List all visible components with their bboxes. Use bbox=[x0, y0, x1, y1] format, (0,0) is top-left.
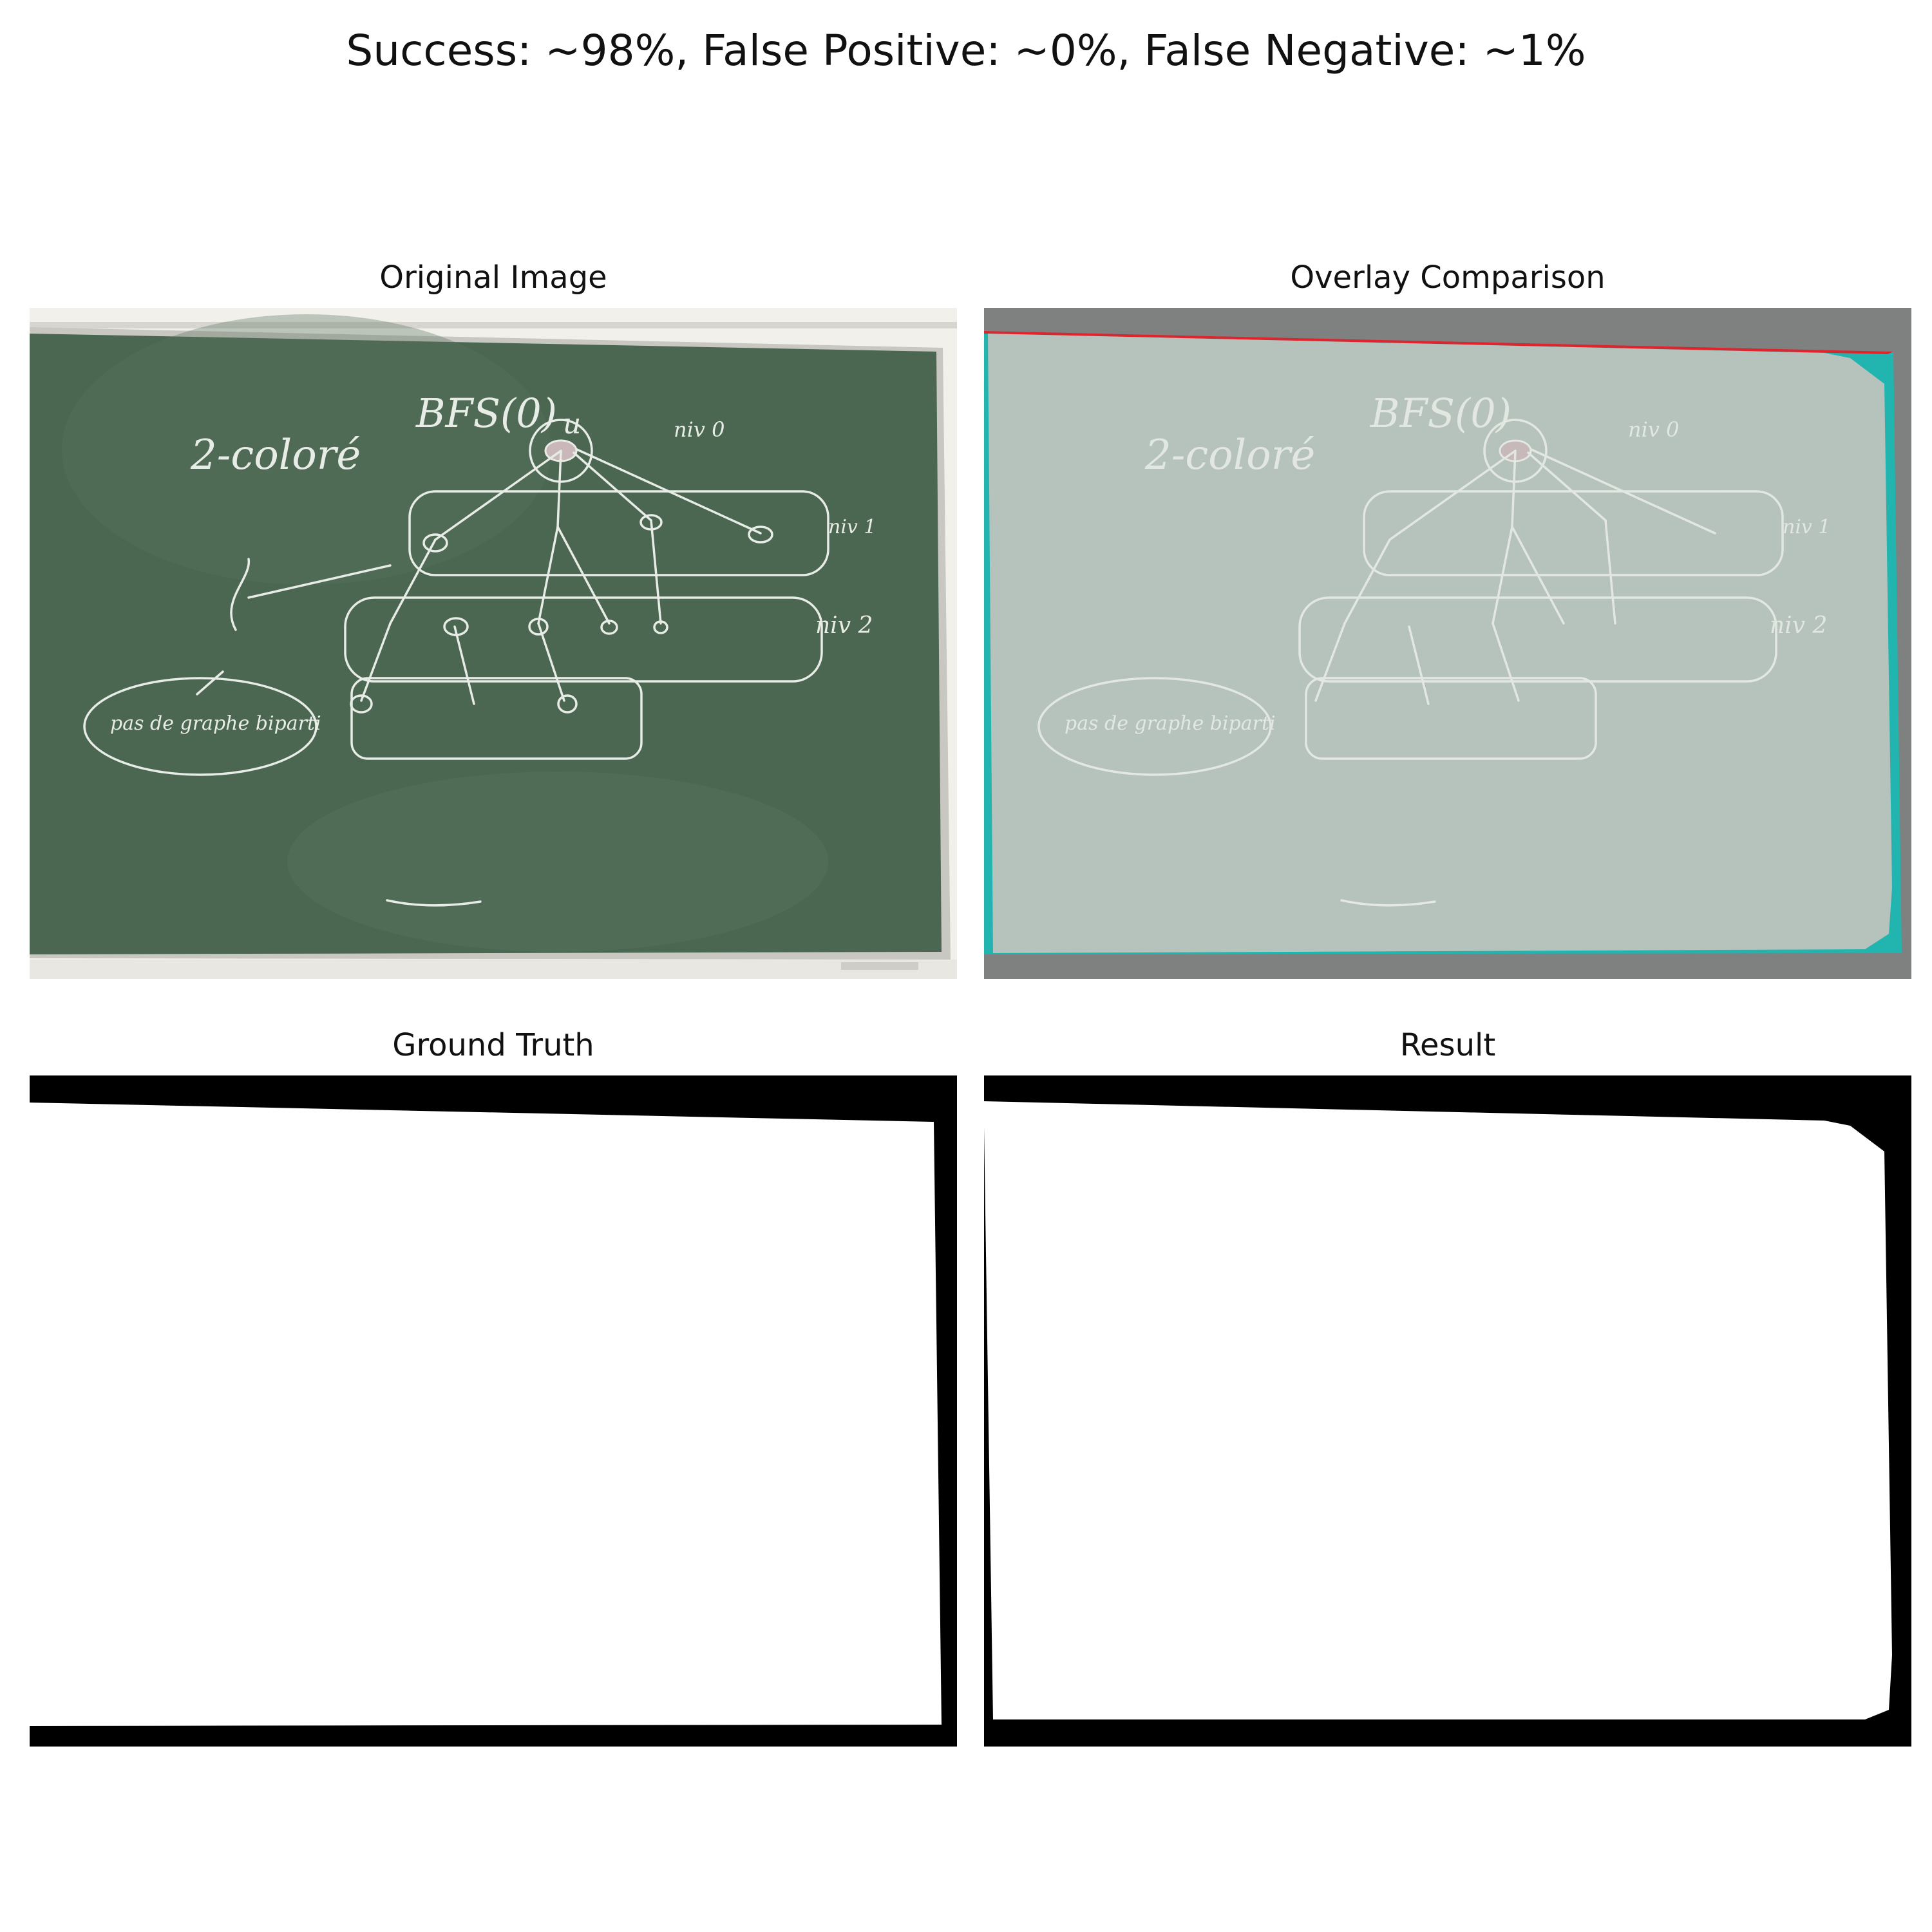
overlay-image: 2-coloré BFS(0) niv 0 niv 1 niv 2 pas de… bbox=[984, 308, 1911, 979]
chalk-note: pas de graphe biparti bbox=[110, 712, 321, 735]
ground-truth-foreground bbox=[30, 1103, 942, 1726]
result-panel bbox=[984, 1075, 1911, 1747]
ground-truth-mask bbox=[30, 1075, 957, 1747]
chalk-level0: niv 0 bbox=[674, 417, 724, 442]
chalk-level2: niv 2 bbox=[815, 612, 873, 639]
overlay-heading-bfs: BFS(0) bbox=[1370, 390, 1511, 437]
overlay-comparison-panel: 2-coloré BFS(0) niv 0 niv 1 niv 2 pas de… bbox=[984, 308, 1911, 979]
result-foreground bbox=[984, 1101, 1892, 1719]
panel-title-result: Result bbox=[1399, 1027, 1496, 1063]
chalk-heading-bfs: BFS(0) bbox=[415, 390, 557, 437]
chalk-heading-left: 2-coloré bbox=[190, 431, 361, 479]
panel-title-original: Original Image bbox=[379, 260, 607, 296]
original-image-panel: 2-coloré BFS(0) u niv 0 niv 1 niv 2 pas … bbox=[30, 308, 957, 979]
overlay-level0: niv 0 bbox=[1628, 417, 1679, 442]
overlay-note: pas de graphe biparti bbox=[1065, 712, 1276, 735]
panel-title-overlay: Overlay Comparison bbox=[1290, 260, 1605, 296]
original-image: 2-coloré BFS(0) u niv 0 niv 1 niv 2 pas … bbox=[30, 308, 957, 979]
ground-truth-panel bbox=[30, 1075, 957, 1747]
chalk-level1: niv 1 bbox=[828, 516, 876, 538]
panel-title-ground-truth: Ground Truth bbox=[392, 1027, 594, 1063]
overlay-level2: niv 2 bbox=[1770, 612, 1827, 639]
figure-title: Success: ~98%, False Positive: ~0%, Fals… bbox=[346, 26, 1586, 75]
overlay-heading-left: 2-coloré bbox=[1144, 431, 1315, 479]
overlay-level1: niv 1 bbox=[1783, 516, 1831, 538]
result-mask bbox=[984, 1075, 1911, 1747]
